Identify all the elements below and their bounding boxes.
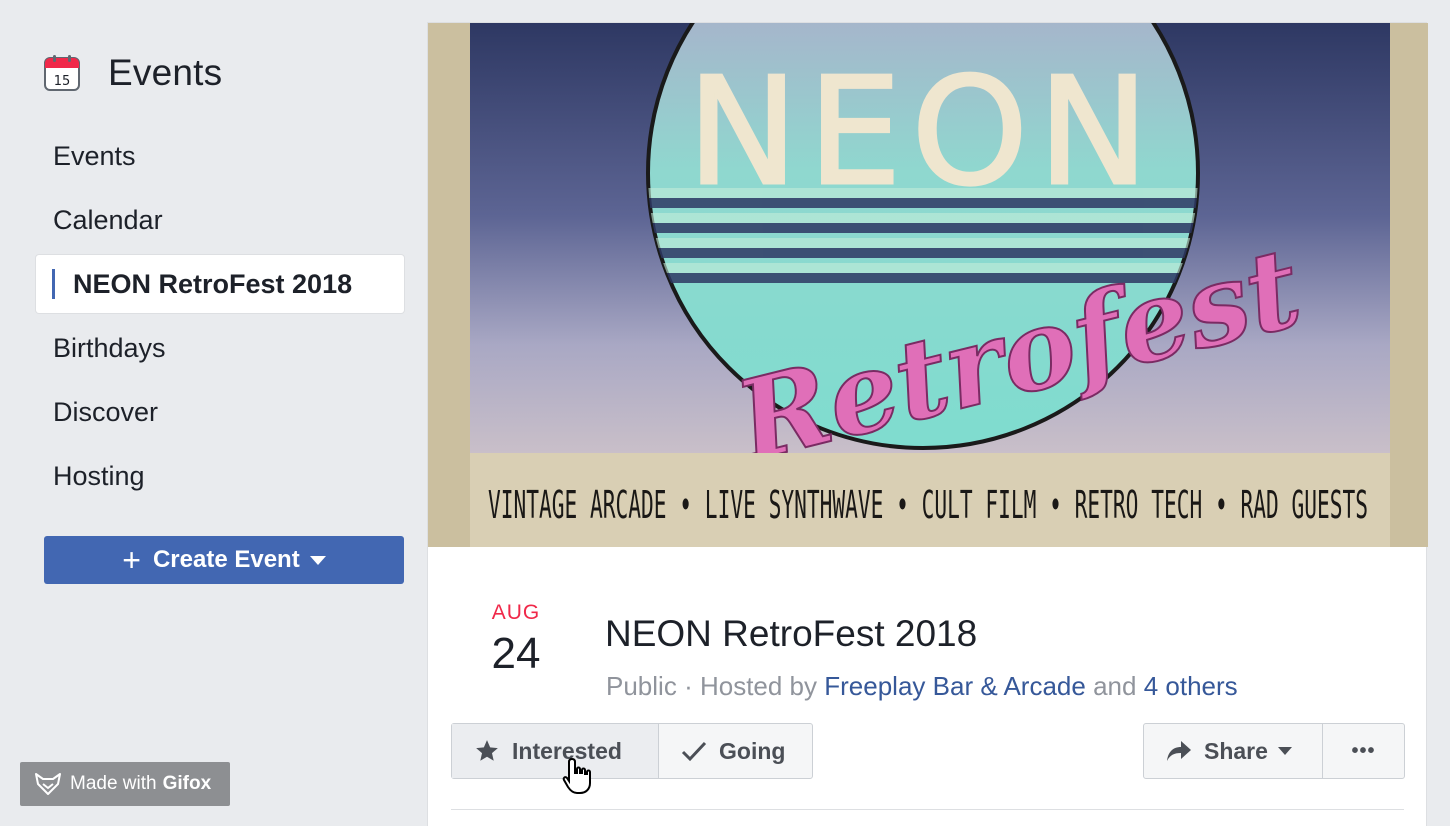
share-button-group: Share •••	[1143, 723, 1405, 779]
sidebar-item-label: NEON RetroFest 2018	[73, 268, 353, 299]
star-icon	[474, 738, 500, 764]
event-card: NEON Retrofest VINTAGE ARCADE • LIVE SYN…	[427, 22, 1428, 826]
interested-button[interactable]: Interested	[452, 724, 658, 778]
watermark-prefix: Made with	[70, 773, 157, 794]
going-button[interactable]: Going	[658, 724, 812, 778]
calendar-icon: 15	[44, 55, 80, 91]
watermark-brand: Gifox	[162, 773, 212, 794]
page-title: Events	[108, 52, 223, 93]
event-meta: Public · Hosted by Freeplay Bar & Arcade…	[606, 671, 1238, 702]
event-title: NEON RetroFest 2018	[605, 613, 978, 654]
event-and-label: and	[1093, 671, 1137, 701]
sidebar-item-events[interactable]: Events	[36, 124, 404, 188]
sidebar-nav: Events Calendar NEON RetroFest 2018 Birt…	[36, 124, 404, 508]
divider	[451, 809, 1404, 810]
events-header: 15 Events	[44, 52, 222, 94]
rsvp-button-group: Interested Going	[451, 723, 813, 779]
share-label: Share	[1204, 737, 1268, 764]
hand-cursor-icon	[562, 757, 591, 794]
checkmark-icon	[681, 740, 707, 762]
sidebar-item-label: Calendar	[53, 204, 163, 235]
going-label: Going	[719, 737, 786, 764]
event-date: AUG 24	[468, 601, 564, 679]
sidebar-item-calendar[interactable]: Calendar	[36, 188, 404, 252]
sidebar-item-label: Birthdays	[53, 332, 166, 363]
left-sidebar: 15 Events Events Calendar NEON RetroFest…	[0, 0, 420, 826]
sidebar-item-label: Hosting	[53, 460, 145, 491]
create-event-label: Create Event	[152, 546, 300, 573]
plus-icon: +	[122, 542, 141, 578]
sidebar-item-neon-retrofest[interactable]: NEON RetroFest 2018	[36, 255, 404, 313]
cover-logo-text: NEON	[687, 46, 1158, 218]
sidebar-item-birthdays[interactable]: Birthdays	[36, 316, 404, 380]
sidebar-item-hosting[interactable]: Hosting	[36, 444, 404, 508]
cover-tagline: VINTAGE ARCADE • LIVE SYNTHWAVE • CULT F…	[488, 483, 1368, 527]
event-privacy: Public	[606, 671, 677, 701]
event-cover-photo[interactable]: NEON Retrofest VINTAGE ARCADE • LIVE SYN…	[428, 23, 1428, 547]
sidebar-item-label: Discover	[53, 396, 159, 427]
event-host-link[interactable]: Freeplay Bar & Arcade	[824, 671, 1086, 701]
more-options-button[interactable]: •••	[1322, 724, 1404, 778]
event-date-month: AUG	[491, 601, 541, 624]
cover-poster-image: NEON Retrofest VINTAGE ARCADE • LIVE SYN…	[428, 23, 1428, 547]
more-dots-icon: •••	[1351, 739, 1376, 762]
sidebar-item-discover[interactable]: Discover	[36, 380, 404, 444]
share-button[interactable]: Share	[1144, 724, 1322, 778]
calendar-icon-day: 15	[54, 74, 71, 89]
chevron-down-icon	[1277, 747, 1292, 755]
share-arrow-icon	[1166, 740, 1192, 762]
event-hosted-by-label: Hosted by	[699, 671, 818, 701]
sidebar-item-label: Events	[53, 140, 136, 171]
gifox-watermark: Made with Gifox	[20, 762, 230, 806]
chevron-down-icon	[309, 555, 326, 565]
event-date-day: 24	[491, 629, 541, 678]
fox-icon	[35, 773, 61, 795]
create-event-button[interactable]: + Create Event	[44, 536, 404, 584]
event-others-link[interactable]: 4 others	[1144, 671, 1238, 701]
meta-separator: ·	[684, 671, 700, 701]
